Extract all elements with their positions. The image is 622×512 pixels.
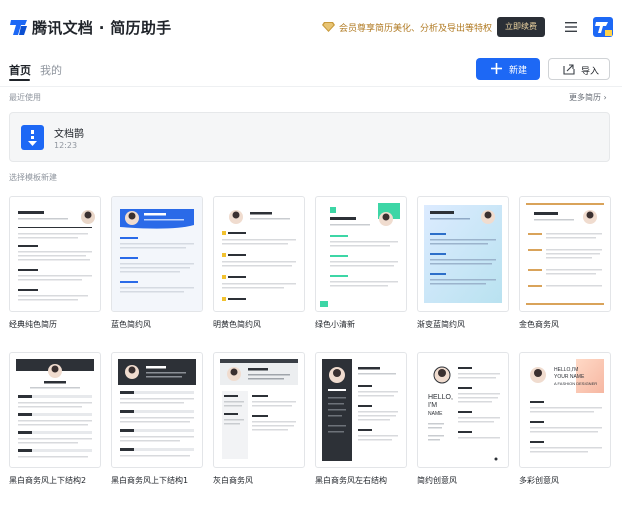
new-button-label: 新建 bbox=[509, 66, 528, 76]
template-thumbnail bbox=[315, 196, 407, 312]
app-title: 腾讯文档 · 简历助手 bbox=[32, 19, 172, 37]
tencent-docs-logo-icon[interactable] bbox=[9, 17, 29, 37]
header-divider bbox=[0, 86, 622, 87]
creative-im-line: I'M bbox=[428, 402, 437, 409]
more-resumes-link[interactable]: 更多简历 › bbox=[569, 92, 607, 103]
template-thumbnail bbox=[519, 196, 611, 312]
template-name: 黑白商务风上下结构1 bbox=[111, 476, 189, 485]
template-thumbnail bbox=[417, 196, 509, 312]
new-resume-button[interactable]: 新建 bbox=[476, 58, 540, 80]
template-name: 黑白商务风上下结构2 bbox=[9, 476, 87, 485]
user-avatar-icon[interactable] bbox=[593, 17, 613, 37]
import-button[interactable]: 导入 bbox=[548, 58, 610, 80]
recent-doc-time: 12:23 bbox=[54, 141, 78, 150]
renew-membership-button[interactable]: 立即续费 bbox=[497, 17, 545, 37]
template-name: 蓝色简约风 bbox=[111, 320, 151, 329]
recent-doc-name: 文档鹊 bbox=[54, 129, 84, 140]
creative-hello-line: HELLO, bbox=[428, 394, 453, 401]
template-name: 明黄色简约风 bbox=[213, 320, 261, 329]
active-tab-indicator bbox=[9, 79, 30, 81]
menu-icon[interactable] bbox=[564, 20, 578, 34]
member-promo-text[interactable]: 会员尊享简历美化、分析及导出等特权 bbox=[339, 21, 492, 34]
top-header: 腾讯文档 · 简历助手 会员尊享简历美化、分析及导出等特权 立即续费 bbox=[0, 0, 622, 52]
creative-name-line: NAME bbox=[428, 411, 443, 417]
recent-doc-card[interactable]: 文档鹊 12:23 bbox=[9, 112, 610, 162]
recent-section-label: 最近使用 bbox=[9, 93, 41, 102]
creative-title-line: A FASHION DESIGNER bbox=[554, 381, 597, 386]
template-name: 灰白商务风 bbox=[213, 476, 253, 485]
template-thumbnail bbox=[213, 196, 305, 312]
template-thumbnail bbox=[111, 352, 203, 468]
tab-home[interactable]: 首页 bbox=[9, 62, 31, 78]
import-button-label: 导入 bbox=[581, 67, 600, 77]
diamond-icon bbox=[322, 22, 335, 32]
template-name: 渐变蓝简约风 bbox=[417, 320, 465, 329]
resume-doc-icon bbox=[21, 125, 44, 150]
template-thumbnail bbox=[9, 196, 101, 312]
template-thumbnail bbox=[9, 352, 101, 468]
creative-hello-line: HELLO,I'M bbox=[554, 367, 578, 373]
plus-icon bbox=[491, 63, 502, 74]
template-name: 多彩创意风 bbox=[519, 476, 559, 485]
template-name: 黑白商务风左右结构 bbox=[315, 476, 387, 485]
template-name: 金色商务风 bbox=[519, 320, 559, 329]
import-icon bbox=[563, 64, 575, 75]
template-thumbnail bbox=[111, 196, 203, 312]
template-name: 简约创意风 bbox=[417, 476, 457, 485]
template-thumbnail: HELLO,I'M YOUR NAME A FASHION DESIGNER bbox=[519, 352, 611, 468]
template-name: 经典纯色简历 bbox=[9, 320, 57, 329]
tab-mine[interactable]: 我的 bbox=[40, 62, 62, 78]
template-thumbnail bbox=[315, 352, 407, 468]
template-section-label: 选择模板新建 bbox=[9, 173, 57, 182]
template-thumbnail: HELLO, I'M NAME bbox=[417, 352, 509, 468]
template-thumbnail bbox=[213, 352, 305, 468]
creative-name-line: YOUR NAME bbox=[554, 374, 585, 380]
template-name: 绿色小清新 bbox=[315, 320, 355, 329]
